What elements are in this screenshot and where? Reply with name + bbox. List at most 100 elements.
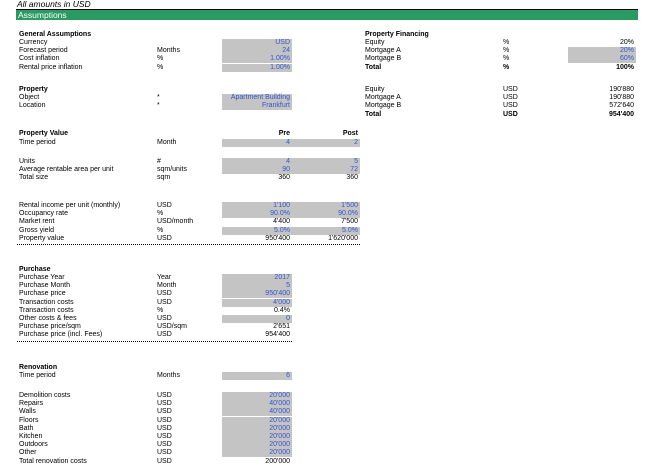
row-label: Rental income per unit (monthly) xyxy=(19,202,121,209)
input-cell[interactable]: 20% xyxy=(568,47,636,56)
value-cell: 20% xyxy=(619,39,634,46)
section-title-purchase: Purchase xyxy=(19,266,51,273)
value-cell: 190'880 xyxy=(609,86,634,93)
value-cell: 190'880 xyxy=(609,94,634,102)
row-unit: USD xyxy=(157,433,172,440)
row-label: Total xyxy=(365,110,382,118)
input-cell[interactable]: 4'000 xyxy=(222,298,292,307)
input-cell[interactable]: 1'100 xyxy=(222,202,292,210)
value-cell: 954'400 xyxy=(265,331,290,339)
input-object[interactable]: Apartment Building xyxy=(222,94,292,102)
row-unit: % xyxy=(157,306,164,314)
input-cell[interactable]: 90 xyxy=(222,166,292,175)
input-cell[interactable]: 24 xyxy=(222,47,292,56)
row-label: Purchase price (incl. Fees) xyxy=(19,331,103,339)
row-unit: USD xyxy=(157,298,172,306)
row-unit: * xyxy=(157,102,160,109)
input-cell[interactable]: 90.0% xyxy=(292,210,360,219)
row-unit: USD xyxy=(503,94,518,102)
value-cell: 572'640 xyxy=(609,102,634,110)
section-title-general: General Assumptions xyxy=(19,31,92,38)
input-cell[interactable]: 2017 xyxy=(222,274,292,282)
input-cell[interactable]: USD xyxy=(222,39,292,47)
row-unit: % xyxy=(503,47,510,55)
row-label: Time period xyxy=(19,372,56,379)
row-label: Purchase price xyxy=(19,290,66,298)
row-label: Transaction costs xyxy=(19,298,74,306)
input-cell[interactable]: 2 xyxy=(292,139,360,147)
row-unit: % xyxy=(157,55,164,63)
row-unit: USD xyxy=(503,86,518,93)
input-cell[interactable]: 4 xyxy=(222,158,292,166)
input-cell[interactable]: 4 xyxy=(222,139,292,147)
input-cell[interactable]: 20'000 xyxy=(222,441,292,450)
row-unit: USD xyxy=(157,315,172,322)
input-cell[interactable]: 5 xyxy=(222,282,292,291)
value-cell: 200'000 xyxy=(265,457,290,465)
section-band-assumptions: Assumptions xyxy=(16,10,638,20)
input-cell[interactable]: 20'000 xyxy=(222,416,292,425)
input-cell[interactable]: 950'400 xyxy=(222,290,292,299)
value-cell: 7'500 xyxy=(341,218,358,226)
row-label: Mortgage B xyxy=(365,102,402,110)
row-unit: USD xyxy=(157,392,172,399)
input-cell[interactable]: 1.00% xyxy=(222,63,292,72)
input-cell[interactable]: 5.0% xyxy=(292,226,360,235)
row-unit: % xyxy=(157,210,164,218)
row-unit: Month xyxy=(157,139,177,146)
input-cell[interactable]: 5.0% xyxy=(222,226,292,235)
row-unit: % xyxy=(157,63,164,71)
row-label: Purchase price/sqm xyxy=(19,323,81,331)
input-cell[interactable]: 60% xyxy=(568,55,636,64)
row-unit: USD xyxy=(157,408,172,416)
row-label: Rental price inflation xyxy=(19,63,83,71)
row-label: Total renovation costs xyxy=(19,457,87,465)
row-label: Forecast period xyxy=(19,47,68,55)
input-cell[interactable]: 72 xyxy=(292,166,360,175)
row-label: Transaction costs xyxy=(19,306,74,314)
row-label: Equity xyxy=(365,86,385,93)
row-unit: USD/month xyxy=(157,218,194,226)
value-cell: 360 xyxy=(278,174,290,182)
row-label: Floors xyxy=(19,416,39,424)
input-cell[interactable]: 1.00% xyxy=(222,55,292,64)
input-cell[interactable]: 1'500 xyxy=(292,202,360,210)
row-label: Object xyxy=(19,94,40,101)
column-header-post: Post xyxy=(342,130,358,137)
input-location[interactable]: Frankfurt xyxy=(222,102,292,110)
input-cell[interactable]: 40'000 xyxy=(222,408,292,417)
currency-note: All amounts in USD xyxy=(17,0,91,9)
row-label: Currency xyxy=(19,39,48,46)
input-cell[interactable]: 20'000 xyxy=(222,392,292,400)
input-cell[interactable]: 20'000 xyxy=(222,433,292,441)
row-label: Time period xyxy=(19,139,56,146)
value-cell: 1'620'000 xyxy=(328,234,358,242)
input-cell[interactable]: 0 xyxy=(222,315,292,323)
row-label: Bath xyxy=(19,424,34,432)
input-cell[interactable]: 90.0% xyxy=(222,210,292,219)
row-unit: Months xyxy=(157,372,180,379)
input-cell[interactable]: 6 xyxy=(222,372,292,380)
row-label: Occupancy rate xyxy=(19,210,69,218)
row-unit: USD xyxy=(157,441,172,449)
row-label: Mortgage A xyxy=(365,47,401,55)
row-unit: % xyxy=(503,55,510,63)
section-title-property-value: Property Value xyxy=(19,130,69,137)
row-label: Purchase Year xyxy=(19,274,65,281)
value-cell: 0.4% xyxy=(274,306,290,314)
input-cell[interactable]: 20'000 xyxy=(222,424,292,433)
input-cell[interactable]: 5 xyxy=(292,158,360,166)
row-unit: USD xyxy=(157,416,172,424)
row-label: Demolition costs xyxy=(19,392,71,399)
section-title-property: Property xyxy=(19,86,48,93)
purchase-rule xyxy=(17,341,292,342)
row-label: Mortgage B xyxy=(365,55,402,63)
row-label: Equity xyxy=(365,39,385,46)
input-cell[interactable]: 20'000 xyxy=(222,449,292,458)
value-cell: 954'400 xyxy=(608,110,634,118)
row-unit: sqm xyxy=(157,174,171,182)
input-cell[interactable]: 40'000 xyxy=(222,400,292,409)
row-unit: % xyxy=(503,39,510,46)
value-cell: 4'400 xyxy=(273,218,290,226)
row-unit: USD xyxy=(157,424,172,432)
